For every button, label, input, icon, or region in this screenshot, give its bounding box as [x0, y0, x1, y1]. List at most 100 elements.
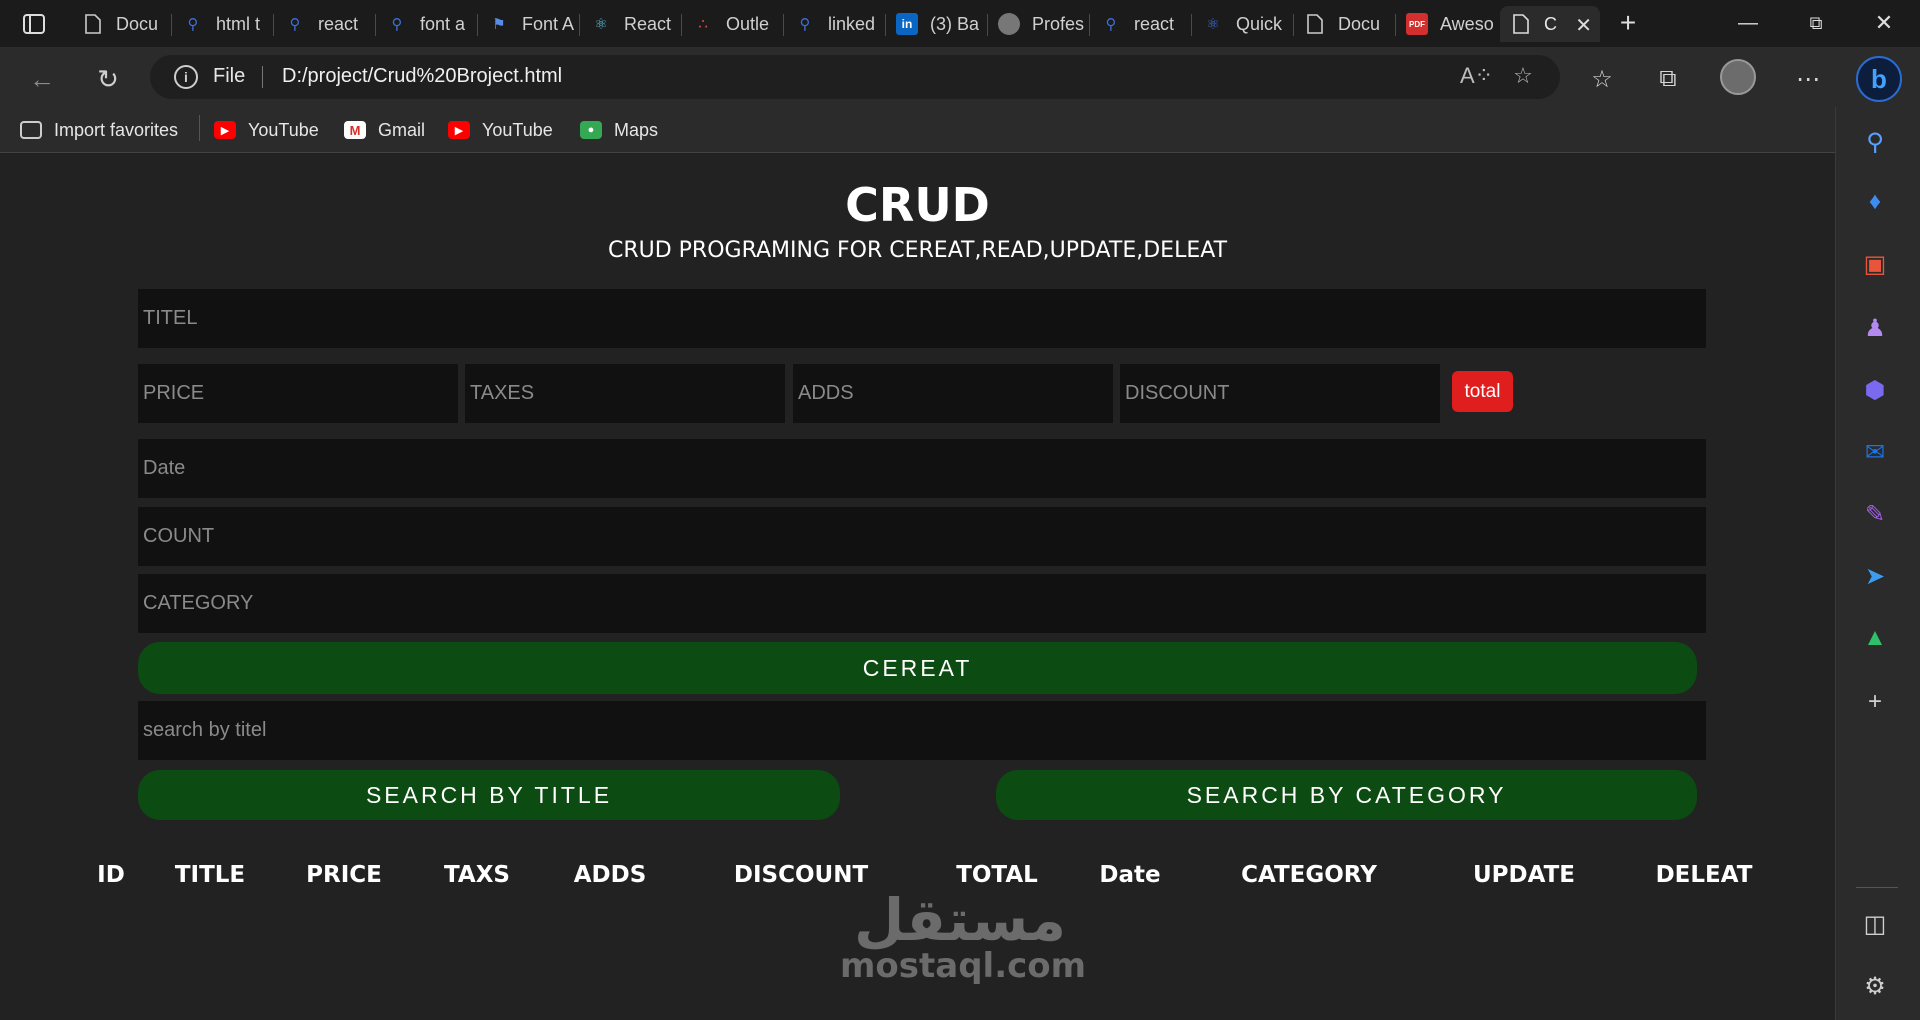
add-favorite-icon[interactable]: ☆ — [1508, 63, 1538, 91]
restore-button[interactable]: ⧉ — [1786, 6, 1846, 40]
tools-icon[interactable]: ▣ — [1858, 247, 1892, 281]
taxes-placeholder: TAXES — [470, 382, 535, 404]
designer-icon[interactable]: ✎ — [1858, 497, 1892, 531]
tab-label: Profes — [1032, 13, 1085, 34]
column-header-id: ID — [97, 862, 125, 888]
title-placeholder: TITEL — [143, 307, 198, 329]
tab-active[interactable]: C ✕ — [1500, 6, 1600, 42]
address-bar[interactable]: i File D:/project/Crud%20Broject.html A⁘… — [150, 55, 1560, 99]
discount-placeholder: DISCOUNT — [1125, 382, 1230, 404]
tab-6[interactable]: ∴ Outle — [682, 6, 784, 42]
youtube-icon: ▶ — [448, 121, 470, 139]
outlet-icon: ∴ — [698, 16, 708, 33]
tab-label: react — [1134, 13, 1175, 34]
tab-2[interactable]: ⚲ react — [274, 6, 376, 42]
tab-9[interactable]: Profes — [988, 6, 1090, 42]
close-tab-icon[interactable]: ✕ — [1575, 13, 1592, 38]
adds-placeholder: ADDS — [798, 382, 854, 404]
tab-label: Outle — [726, 13, 770, 34]
search-icon: ⚲ — [289, 16, 301, 33]
search-by-title-button[interactable]: SEARCH BY TITLE — [138, 770, 840, 820]
tree-icon[interactable]: ▲ — [1858, 621, 1892, 655]
settings-gear-icon[interactable]: ⚙ — [1858, 969, 1892, 1003]
tab-3[interactable]: ⚲ font a — [376, 6, 478, 42]
tab-label: React — [624, 13, 672, 34]
date-placeholder: Date — [143, 457, 186, 479]
back-arrow-icon[interactable]: ← — [24, 61, 60, 97]
tab-5[interactable]: ⚛ React — [580, 6, 682, 42]
tab-label: font a — [420, 13, 466, 34]
taxes-input[interactable]: TAXES — [465, 364, 785, 423]
maps-icon: ● — [580, 121, 602, 139]
add-icon[interactable]: + — [1858, 685, 1892, 719]
search-input[interactable]: search by titel — [138, 701, 1706, 760]
tab-actions-button[interactable] — [16, 8, 52, 40]
tab-7[interactable]: ⚲ linked — [784, 6, 886, 42]
watermark: مستقل mostaql.com — [840, 891, 1086, 984]
tab-strip: Docu ⚲ html t ⚲ react ⚲ font a ⚑ Font A … — [0, 0, 1920, 47]
count-input[interactable]: COUNT — [138, 507, 1706, 566]
tab-4[interactable]: ⚑ Font A — [478, 6, 580, 42]
bing-icon[interactable]: b — [1856, 56, 1902, 102]
address-toolbar: ← ↻ i File D:/project/Crud%20Broject.htm… — [0, 47, 1920, 107]
favorite-youtube-1[interactable]: ▶ YouTube — [214, 117, 319, 143]
search-icon: ⚲ — [391, 16, 403, 33]
tab-10[interactable]: ⚲ react — [1090, 6, 1192, 42]
send-icon[interactable]: ➤ — [1858, 559, 1892, 593]
tab-13[interactable]: PDF Aweso — [1396, 6, 1498, 42]
import-icon — [20, 121, 42, 139]
favorites-divider — [199, 115, 200, 141]
new-tab-button[interactable]: + — [1610, 8, 1646, 40]
search-icon: ⚲ — [1105, 16, 1117, 33]
collections-icon[interactable]: ⧉ — [1650, 61, 1686, 97]
close-window-button[interactable]: ✕ — [1854, 6, 1914, 40]
linkedin-icon: in — [896, 13, 918, 35]
outlook-icon[interactable]: ✉ — [1858, 435, 1892, 469]
tab-label: Font A — [522, 13, 575, 34]
price-input[interactable]: PRICE — [138, 364, 458, 423]
category-input[interactable]: CATEGORY — [138, 574, 1706, 633]
favorite-maps[interactable]: ● Maps — [580, 117, 658, 143]
date-input[interactable]: Date — [138, 439, 1706, 498]
refresh-icon[interactable]: ↻ — [90, 61, 126, 97]
tab-label: linked — [828, 13, 876, 34]
discount-input[interactable]: DISCOUNT — [1120, 364, 1440, 423]
search-placeholder: search by titel — [143, 719, 267, 741]
read-aloud-icon[interactable]: A⁘ — [1460, 63, 1493, 91]
search-icon[interactable]: ⚲ — [1858, 125, 1892, 159]
info-icon[interactable]: i — [174, 65, 198, 89]
url-text[interactable]: D:/project/Crud%20Broject.html — [282, 65, 562, 88]
tab-12[interactable]: Docu — [1294, 6, 1396, 42]
column-header-discount: DISCOUNT — [733, 862, 869, 888]
tab-11[interactable]: ⚛ Quick — [1192, 6, 1294, 42]
favorite-label: Gmail — [378, 119, 426, 140]
adds-input[interactable]: ADDS — [793, 364, 1113, 423]
minimize-button[interactable]: — — [1718, 6, 1778, 40]
favorite-import[interactable]: Import favorites — [20, 117, 178, 143]
total-badge: total — [1452, 371, 1513, 412]
shopping-tag-icon[interactable]: ♦ — [1858, 185, 1892, 219]
tab-0[interactable]: Docu — [72, 6, 172, 42]
favorite-label: YouTube — [248, 119, 319, 140]
tab-8[interactable]: in (3) Ba — [886, 6, 988, 42]
tab-label: C — [1544, 13, 1557, 34]
favorite-youtube-2[interactable]: ▶ YouTube — [448, 117, 553, 143]
column-header-adds: ADDS — [573, 862, 647, 888]
search-by-category-button[interactable]: SEARCH BY CATEGORY — [996, 770, 1697, 820]
microsoft-365-icon[interactable]: ⬢ — [1858, 373, 1892, 407]
tab-1[interactable]: ⚲ html t — [172, 6, 274, 42]
pdf-icon: PDF — [1406, 13, 1428, 35]
page-subtitle: CRUD PROGRAMING FOR CEREAT,READ,UPDATE,D… — [607, 238, 1228, 263]
favorites-icon[interactable]: ☆ — [1584, 61, 1620, 97]
more-options-icon[interactable]: ⋯ — [1790, 61, 1826, 97]
favorite-gmail[interactable]: M Gmail — [344, 117, 425, 143]
sidebar-divider — [1856, 887, 1898, 888]
profile-avatar[interactable] — [1720, 59, 1756, 95]
tab-label: Docu — [1338, 13, 1381, 34]
games-icon[interactable]: ♟ — [1858, 311, 1892, 345]
create-button[interactable]: CEREAT — [138, 642, 1697, 694]
react-icon: ⚛ — [594, 16, 608, 33]
title-input[interactable]: TITEL — [138, 289, 1706, 348]
column-header-update: UPDATE — [1472, 862, 1576, 888]
hide-sidebar-icon[interactable]: ◫ — [1858, 907, 1892, 941]
